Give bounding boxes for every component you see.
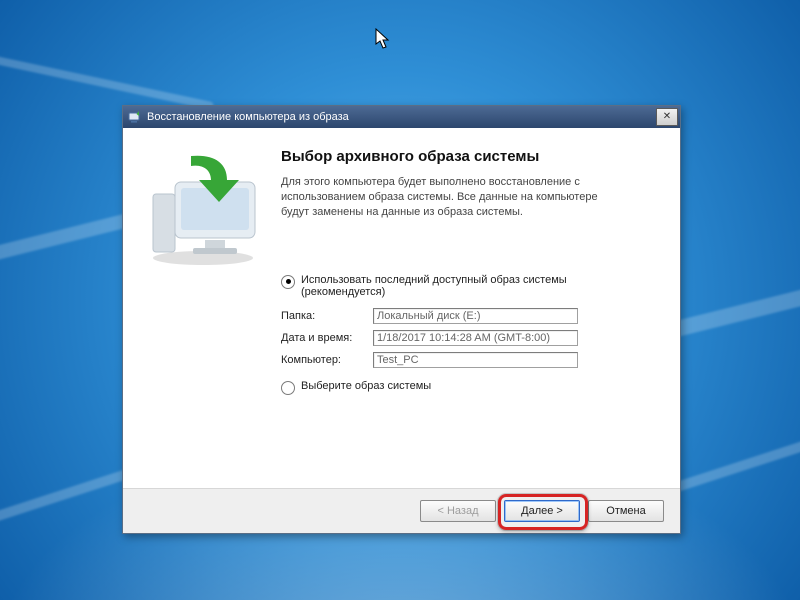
radio-use-latest[interactable]: Использовать последний доступный образ с… (281, 274, 660, 298)
app-icon (127, 109, 143, 125)
field-label: Компьютер: (281, 354, 373, 366)
radio-icon (281, 381, 295, 395)
wizard-hero-pane (123, 128, 281, 489)
desktop-background: Восстановление компьютера из образа ✕ (0, 0, 800, 600)
radio-select-image[interactable]: Выберите образ системы (281, 380, 660, 395)
back-button[interactable]: < Назад (420, 500, 496, 522)
field-label: Папка: (281, 310, 373, 322)
datetime-value: 1/18/2017 10:14:28 AM (GMT-8:00) (373, 330, 578, 346)
titlebar[interactable]: Восстановление компьютера из образа ✕ (123, 106, 680, 128)
wizard-window: Восстановление компьютера из образа ✕ (122, 105, 681, 534)
mouse-cursor-icon (375, 28, 391, 53)
wallpaper-streak (0, 40, 214, 110)
computer-value: Test_PC (373, 352, 578, 368)
radio-label: Использовать последний доступный образ с… (301, 274, 601, 298)
wizard-body: Выбор архивного образа системы Для этого… (123, 128, 680, 489)
options-group: Использовать последний доступный образ с… (281, 274, 660, 395)
folder-value: Локальный диск (E:) (373, 308, 578, 324)
page-description: Для этого компьютера будет выполнено вос… (281, 175, 601, 220)
page-title: Выбор архивного образа системы (281, 148, 660, 165)
field-label: Дата и время: (281, 332, 373, 344)
field-datetime: Дата и время: 1/18/2017 10:14:28 AM (GMT… (281, 330, 660, 346)
close-button[interactable]: ✕ (656, 108, 678, 126)
next-button[interactable]: Далее > (504, 500, 580, 522)
window-title: Восстановление компьютера из образа (147, 111, 656, 123)
field-folder: Папка: Локальный диск (E:) (281, 308, 660, 324)
radio-label: Выберите образ системы (301, 380, 431, 392)
cancel-button[interactable]: Отмена (588, 500, 664, 522)
wizard-content: Выбор архивного образа системы Для этого… (281, 128, 680, 489)
wizard-footer: < Назад Далее > Отмена (123, 488, 680, 533)
radio-icon (281, 275, 295, 289)
close-icon: ✕ (663, 112, 671, 122)
latest-image-details: Папка: Локальный диск (E:) Дата и время:… (281, 308, 660, 368)
hero-image (131, 148, 271, 268)
field-computer: Компьютер: Test_PC (281, 352, 660, 368)
